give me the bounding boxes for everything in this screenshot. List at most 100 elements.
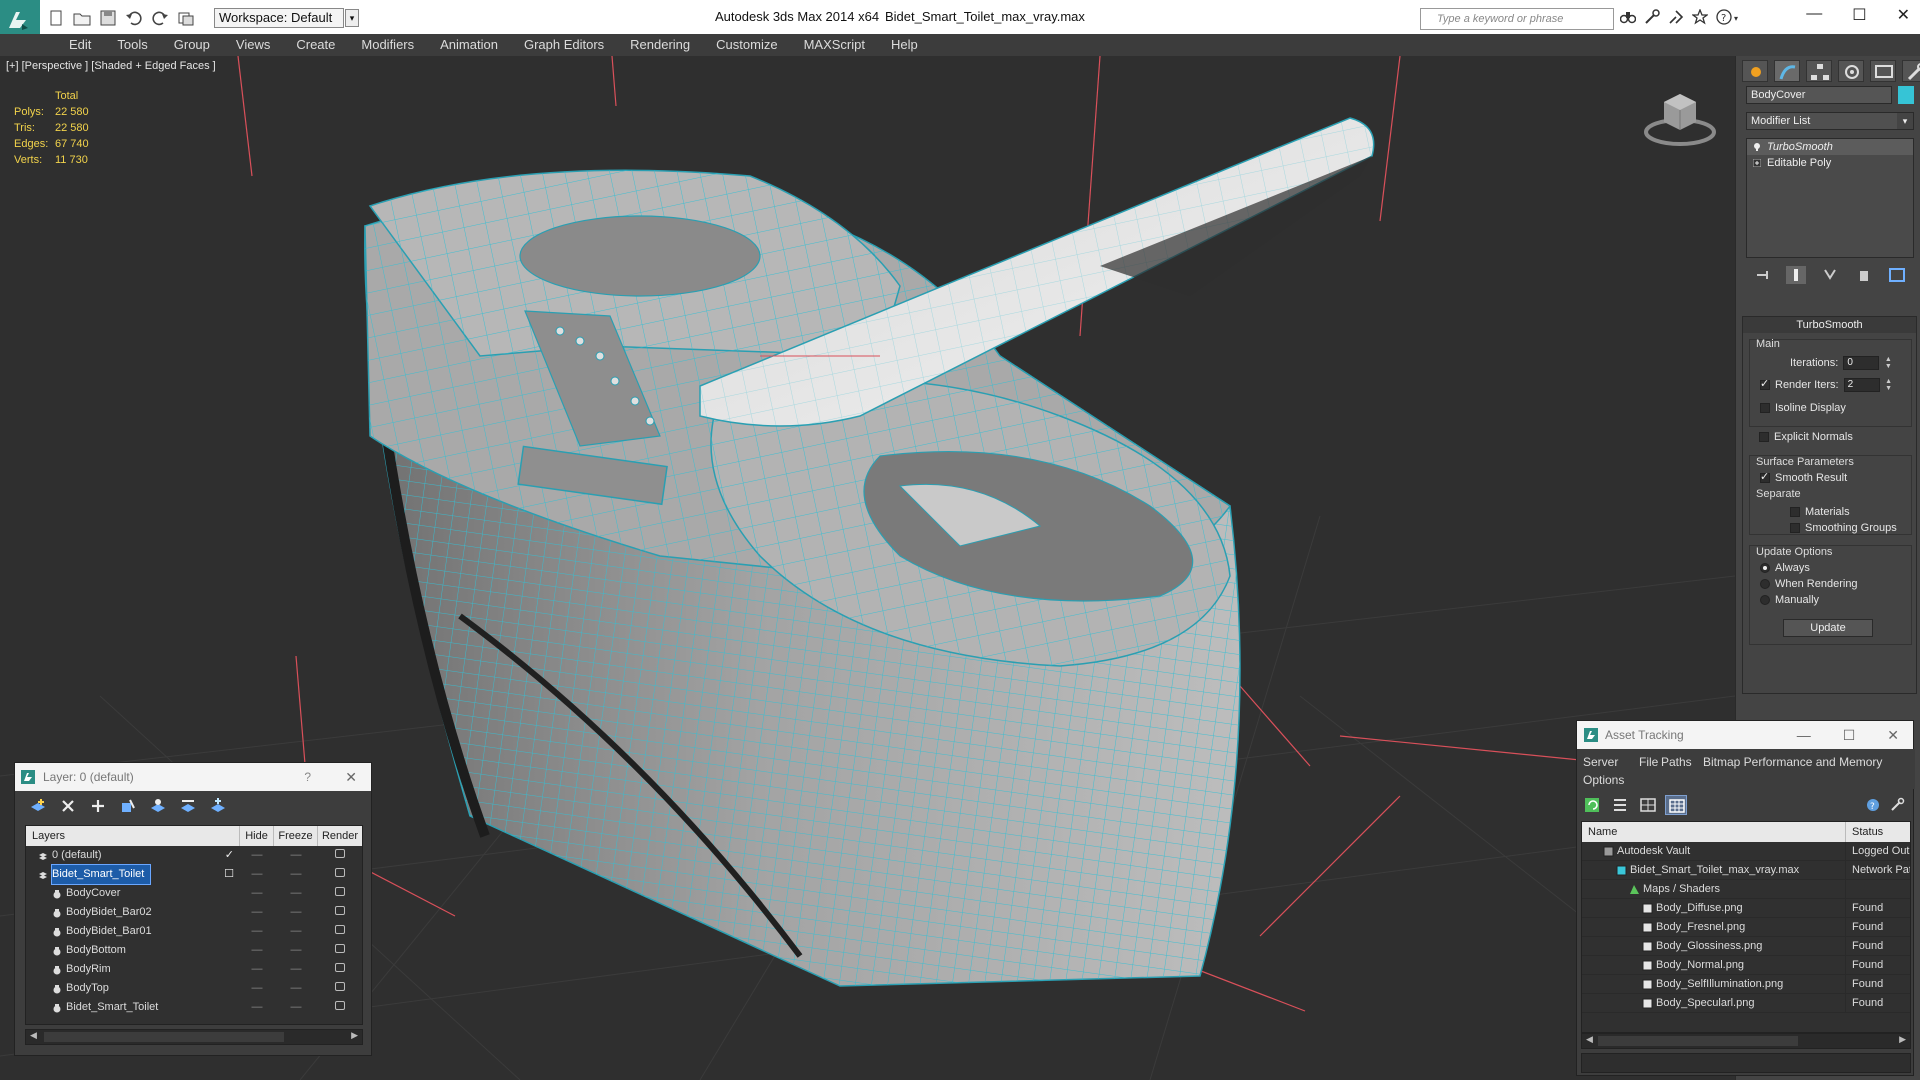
add-to-layer-icon[interactable] [89,797,107,815]
scroll-right-icon[interactable]: ▶ [351,1030,358,1041]
asset-menu-server[interactable]: Server [1583,755,1618,769]
asset-row[interactable]: Bidet_Smart_Toilet_max_vray.max Network P… [1582,861,1910,880]
modifier-stack[interactable]: TurboSmooth Editable Poly [1746,138,1914,258]
asset-row[interactable]: Body_SelfIllumination.png Found [1582,975,1910,994]
materials-checkbox[interactable] [1790,507,1800,517]
spinner-arrows-icon[interactable]: ▲ ▼ [1884,356,1892,370]
render-teapot-icon[interactable] [318,846,362,865]
asset-name-cell[interactable]: Body_Normal.png [1582,956,1846,974]
update-always-radio[interactable] [1760,563,1770,573]
refresh-icon[interactable] [1581,795,1603,815]
layer-row[interactable]: BodyCover — — [26,884,362,903]
col-render[interactable]: Render [318,826,362,846]
layer-dialog-titlebar[interactable]: Layer: 0 (default) ? ✕ [15,763,371,791]
hide-toggle[interactable]: — [240,998,274,1017]
open-file-icon[interactable] [72,8,92,28]
viewcube-icon[interactable] [1640,86,1720,150]
help-icon[interactable]: ? ▾ [1716,9,1744,25]
asset-tracking-titlebar[interactable]: Asset Tracking — ☐ ✕ [1577,721,1913,749]
freeze-toggle[interactable]: — [274,903,318,922]
create-layer-icon[interactable] [29,797,47,815]
select-objects-icon[interactable] [119,797,137,815]
menu-tools[interactable]: Tools [104,34,160,56]
chevron-down-icon[interactable]: ▾ [345,9,359,27]
grid-view-icon[interactable] [1665,795,1687,815]
menu-maxscript[interactable]: MAXScript [791,34,878,56]
menu-group[interactable]: Group [161,34,223,56]
layer-row[interactable]: Bidet_Smart_Toilet — — [26,998,362,1017]
layer-horizontal-scrollbar[interactable]: ◀ ▶ [25,1029,363,1045]
motion-tab-icon[interactable] [1838,60,1864,82]
scroll-left-icon[interactable]: ◀ [1586,1034,1593,1045]
expand-plus-icon[interactable] [1753,159,1761,167]
asset-horizontal-scrollbar[interactable]: ◀ ▶ [1581,1033,1911,1049]
asset-row[interactable]: Body_Specularl.png Found [1582,994,1910,1013]
layer-row[interactable]: BodyRim — — [26,960,362,979]
freeze-toggle[interactable]: — [274,846,318,865]
asset-row[interactable]: Body_Fresnel.png Found [1582,918,1910,937]
highlight-selected-icon[interactable] [149,797,167,815]
scroll-right-icon[interactable]: ▶ [1899,1034,1906,1045]
hide-toggle[interactable]: — [240,960,274,979]
maximize-button[interactable]: ☐ [1843,721,1856,749]
asset-row[interactable]: Body_Normal.png Found [1582,956,1910,975]
col-freeze[interactable]: Freeze [274,826,318,846]
render-teapot-icon[interactable] [318,865,362,884]
asset-name-cell[interactable]: Autodesk Vault [1582,842,1846,860]
set-current-box-icon[interactable]: ☐ [224,865,234,884]
menu-animation[interactable]: Animation [427,34,511,56]
isoline-display-checkbox[interactable] [1760,403,1770,413]
hierarchy-tab-icon[interactable] [1806,60,1832,82]
rollout-header[interactable]: TurboSmooth [1743,317,1916,333]
asset-row[interactable]: Autodesk Vault Logged Out [1582,842,1910,861]
col-name[interactable]: Name [1582,822,1846,842]
list-view-icon[interactable] [1609,795,1631,815]
layer-name-cell[interactable]: BodyTop [26,979,240,998]
freeze-toggle[interactable]: — [274,960,318,979]
display-tab-icon[interactable] [1870,60,1896,82]
help-button[interactable]: ? [304,763,311,791]
new-file-icon[interactable] [46,8,66,28]
make-unique-icon[interactable] [1820,266,1840,284]
modifier-list-dropdown[interactable]: Modifier List ▾ [1746,112,1914,130]
remove-modifier-icon[interactable] [1854,266,1874,284]
hide-toggle[interactable]: — [240,903,274,922]
layer-row[interactable]: BodyBottom — — [26,941,362,960]
asset-name-cell[interactable]: Maps / Shaders [1582,880,1846,898]
maximize-button[interactable]: ☐ [1852,5,1866,25]
freeze-toggle[interactable]: — [274,941,318,960]
utilities-tab-wrench-icon[interactable] [1902,60,1920,82]
layer-name-cell[interactable]: BodyBottom [26,941,240,960]
hide-toggle[interactable]: — [240,979,274,998]
layer-table[interactable]: Layers Hide Freeze Render 0 (default) ✓ — —… [25,825,363,1025]
redo-icon[interactable] [150,8,170,28]
layer-row[interactable]: 0 (default) ✓ — — [26,846,362,865]
asset-row[interactable]: Maps / Shaders [1582,880,1910,899]
layer-name-cell[interactable]: Bidet_Smart_Toilet [26,998,240,1017]
communication-center-icon[interactable] [1644,9,1660,25]
render-teapot-icon[interactable] [318,998,362,1017]
asset-row[interactable]: Body_Glossiness.png Found [1582,937,1910,956]
explicit-normals-checkbox[interactable] [1759,432,1769,442]
freeze-toggle[interactable]: — [274,922,318,941]
chevron-down-icon[interactable]: ▾ [1897,113,1913,129]
col-hide[interactable]: Hide [240,826,274,846]
hide-toggle[interactable]: — [240,941,274,960]
render-teapot-icon[interactable] [318,941,362,960]
layer-row[interactable]: BodyTop — — [26,979,362,998]
asset-menu-file[interactable]: File [1639,755,1658,769]
asset-name-cell[interactable]: Body_Diffuse.png [1582,899,1846,917]
update-manually-radio[interactable] [1760,595,1770,605]
minimize-button[interactable]: — [1797,721,1811,749]
layer-name-cell[interactable]: BodyRim [26,960,240,979]
asset-menu-paths[interactable]: Paths [1661,755,1692,769]
search-input[interactable] [1420,8,1614,30]
render-teapot-icon[interactable] [318,922,362,941]
asset-row[interactable]: Body_Diffuse.png Found [1582,899,1910,918]
object-color-swatch[interactable] [1898,86,1914,104]
asset-name-cell[interactable]: Body_Specularl.png [1582,994,1846,1012]
asset-name-cell[interactable]: Body_SelfIllumination.png [1582,975,1846,993]
asset-menu-options[interactable]: Options [1583,773,1624,787]
render-iters-spinner[interactable]: 2 [1843,378,1880,392]
asset-help-icon[interactable]: ? [1865,797,1881,813]
